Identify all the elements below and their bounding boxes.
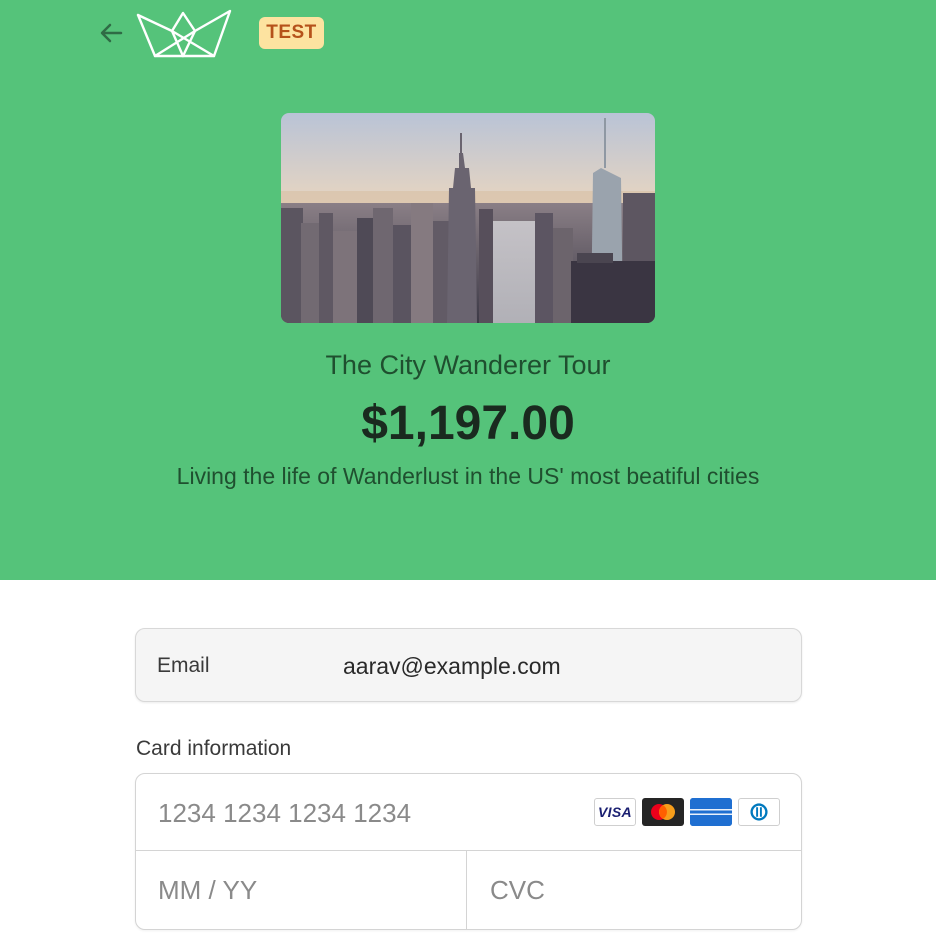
visa-icon: VISA [594,798,636,826]
card-brand-icons: VISA [594,798,780,826]
card-information-group: VISA [135,773,802,930]
card-information-label: Card information [136,737,292,760]
diners-icon [738,798,780,826]
product-description: Living the life of Wanderlust in the US'… [176,463,760,489]
email-value[interactable]: aarav@example.com [343,653,561,680]
email-label: Email [157,654,210,677]
test-mode-badge: TEST [259,17,324,49]
crown-logo[interactable] [135,7,233,59]
cvc-input[interactable] [488,871,768,909]
card-number-field[interactable]: VISA [136,774,801,851]
mastercard-icon [642,798,684,826]
back-button[interactable] [97,18,127,48]
product-name: The City Wanderer Tour [325,350,611,380]
email-field[interactable]: Email aarav@example.com [135,628,802,702]
product-price: $1,197.00 [361,397,575,450]
card-number-input[interactable] [156,794,576,832]
cvc-field[interactable] [467,851,801,929]
expiry-input[interactable] [156,871,436,909]
expiry-field[interactable] [136,851,467,929]
product-summary-panel: TEST The City Wanderer Tour $1,197.00 Li… [0,0,936,580]
arrow-left-icon [100,23,123,43]
product-image [281,113,655,323]
amex-icon [690,798,732,826]
